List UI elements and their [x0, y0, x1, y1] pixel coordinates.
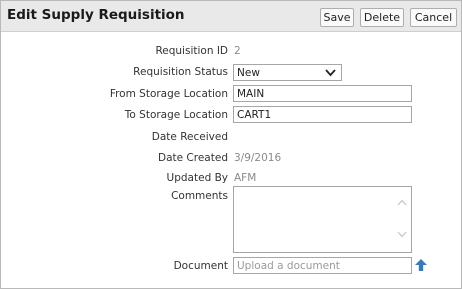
requisition-status-selected: New — [237, 67, 260, 79]
requisition-id-label: Requisition ID — [155, 45, 228, 57]
delete-button[interactable]: Delete — [360, 8, 404, 27]
date-created-value: 3/9/2016 — [234, 152, 282, 164]
updated-by-label: Updated By — [166, 172, 228, 184]
document-label: Document — [173, 260, 228, 272]
updated-by-value: AFM — [234, 172, 257, 184]
requisition-status-select[interactable]: New — [233, 64, 342, 81]
scroll-down-icon[interactable] — [397, 231, 407, 238]
save-button[interactable]: Save — [320, 8, 354, 27]
dialog-titlebar: Edit Supply Requisition Save Delete Canc… — [1, 1, 461, 32]
upload-icon[interactable] — [415, 259, 427, 272]
scroll-up-icon[interactable] — [397, 199, 407, 206]
comments-textarea[interactable] — [233, 186, 412, 253]
comments-label: Comments — [171, 190, 228, 202]
chevron-down-icon — [325, 69, 336, 77]
cancel-button[interactable]: Cancel — [410, 8, 457, 27]
to-storage-location-input[interactable]: CART1 — [233, 106, 412, 123]
edit-requisition-dialog: Edit Supply Requisition Save Delete Canc… — [0, 0, 462, 289]
date-created-label: Date Created — [158, 152, 228, 164]
to-storage-location-label: To Storage Location — [124, 109, 228, 121]
requisition-id-value: 2 — [234, 45, 241, 57]
from-storage-location-input[interactable]: MAIN — [233, 85, 412, 102]
document-upload-input[interactable]: Upload a document — [233, 257, 412, 274]
dialog-title: Edit Supply Requisition — [7, 7, 185, 23]
from-storage-location-label: From Storage Location — [109, 88, 228, 100]
date-received-label: Date Received — [151, 131, 228, 143]
requisition-status-label: Requisition Status — [133, 66, 228, 78]
